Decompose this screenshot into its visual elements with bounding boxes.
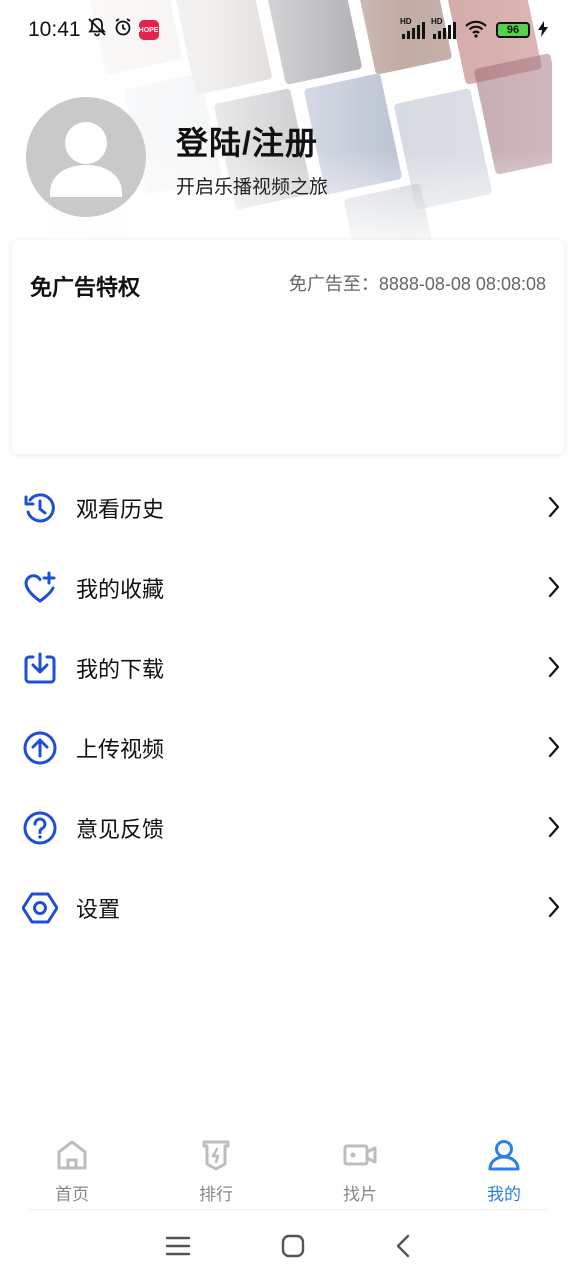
- battery-icon: 96: [496, 22, 530, 38]
- download-icon: [22, 650, 58, 686]
- question-icon: [22, 810, 58, 846]
- heart-plus-icon: [22, 570, 58, 606]
- menu-label: 我的下载: [76, 657, 165, 682]
- chevron-right-icon: [548, 496, 560, 518]
- menu-label: 观看历史: [76, 497, 165, 522]
- tab-home[interactable]: 首页: [0, 1130, 144, 1210]
- chevron-right-icon: [548, 816, 560, 838]
- divider: [30, 1209, 546, 1210]
- chevron-right-icon: [548, 736, 560, 758]
- menu-label: 设置: [76, 897, 121, 922]
- menu-item-downloads[interactable]: 我的下载: [0, 628, 576, 708]
- ad-free-expire-text: 免广告至：8888-08-08 08:08:08: [288, 274, 546, 294]
- settings-icon: [22, 890, 58, 926]
- alarm-icon: [113, 17, 133, 43]
- ad-free-title: 免广告特权: [30, 275, 141, 300]
- bell-off-icon: [87, 17, 107, 43]
- history-icon: [22, 490, 58, 526]
- chevron-right-icon: [548, 656, 560, 678]
- chevron-right-icon: [548, 896, 560, 918]
- signal-icon: HD: [400, 17, 425, 39]
- menu-item-settings[interactable]: 设置: [0, 868, 576, 948]
- tab-label: 排行: [199, 1185, 233, 1204]
- tab-label: 首页: [55, 1185, 89, 1204]
- login-register-link[interactable]: 登陆/注册: [176, 118, 318, 164]
- home-button-icon[interactable]: [281, 1234, 305, 1258]
- tab-mine[interactable]: 我的: [432, 1130, 576, 1210]
- menu-label: 上传视频: [76, 737, 165, 762]
- tab-label: 我的: [487, 1185, 521, 1204]
- chevron-right-icon: [548, 576, 560, 598]
- back-icon[interactable]: [395, 1234, 411, 1258]
- menu-label: 我的收藏: [76, 577, 165, 602]
- menu-item-upload-video[interactable]: 上传视频: [0, 708, 576, 788]
- system-navigation-bar: [0, 1212, 576, 1280]
- video-camera-icon: [343, 1144, 377, 1166]
- status-bar: 10:41 HOPE HD HD 96: [0, 0, 576, 60]
- menu-icon[interactable]: [165, 1235, 191, 1257]
- tab-find-video[interactable]: 找片: [288, 1130, 432, 1210]
- bottom-navigation: 首页 排行 找片 我的: [0, 1130, 576, 1210]
- status-time: 10:41: [28, 18, 81, 41]
- user-avatar-icon[interactable]: [26, 97, 146, 217]
- settings-menu: 观看历史 我的收藏 我的下载 上传视频 意见反馈 设置: [0, 468, 576, 948]
- tab-label: 找片: [343, 1185, 377, 1204]
- upload-icon: [22, 730, 58, 766]
- ranking-icon: [202, 1140, 230, 1171]
- person-icon: [488, 1140, 520, 1171]
- login-subtitle: 开启乐播视频之旅: [176, 177, 329, 198]
- menu-item-favorites[interactable]: 我的收藏: [0, 548, 576, 628]
- menu-label: 意见反馈: [76, 817, 165, 842]
- menu-item-feedback[interactable]: 意见反馈: [0, 788, 576, 868]
- wifi-icon: [464, 20, 488, 41]
- menu-item-watch-history[interactable]: 观看历史: [0, 468, 576, 548]
- tab-ranking[interactable]: 排行: [144, 1130, 288, 1210]
- notification-app-icon: HOPE: [138, 20, 159, 40]
- signal-icon-2: HD: [431, 17, 456, 39]
- ad-free-privilege-card[interactable]: 免广告特权 免广告至：8888-08-08 08:08:08: [12, 240, 564, 454]
- charging-icon: [538, 20, 548, 40]
- home-icon: [57, 1140, 87, 1170]
